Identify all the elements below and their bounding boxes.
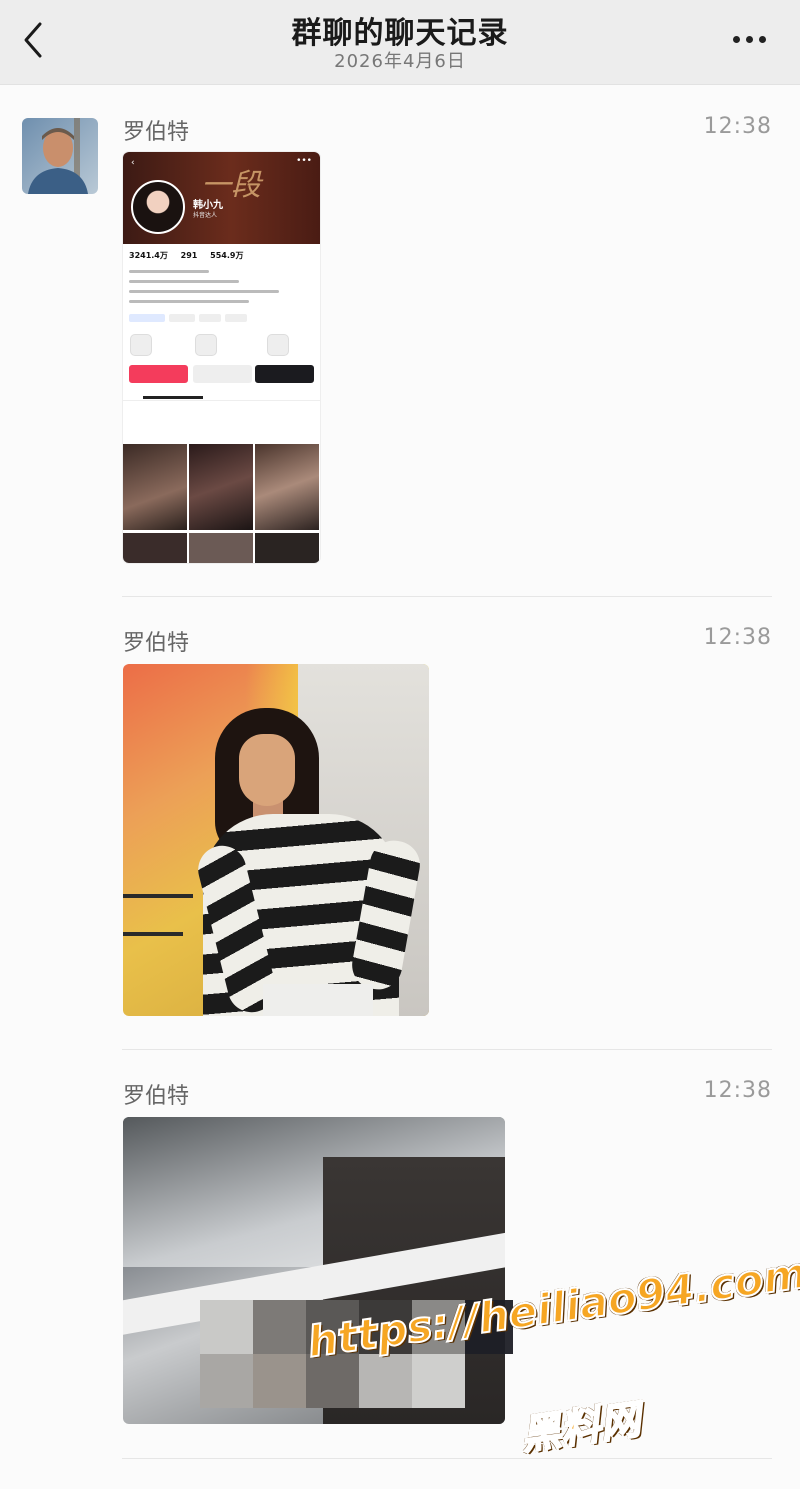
photo-rail	[123, 894, 193, 898]
video-thumbnail	[123, 444, 187, 530]
message-button	[193, 365, 252, 383]
message-time: 12:38	[703, 114, 772, 139]
bio-line	[129, 300, 249, 303]
video-thumbnail	[255, 533, 319, 563]
mosaic-block	[253, 1300, 306, 1354]
bio-line	[129, 270, 209, 273]
message-image-profile-screenshot[interactable]: 一段 ‹ ••• 韩小九 抖音达人 3241.4万 291 554.9万	[123, 152, 320, 563]
bio-line	[129, 290, 279, 293]
profile-tag: 抖音达人	[193, 212, 218, 219]
feature-icon	[195, 334, 217, 356]
profile-chip	[199, 314, 221, 322]
page-title: 群聊的聊天记录	[291, 16, 509, 51]
profile-back-icon: ‹	[131, 158, 135, 168]
photo-pants	[263, 984, 373, 1016]
ellipsis-icon[interactable]	[728, 30, 772, 50]
message-image-blurred-photo[interactable]	[123, 1117, 505, 1424]
active-tab-indicator	[143, 396, 203, 399]
stat-followers: 554.9万	[210, 251, 244, 260]
avatar[interactable]	[22, 118, 98, 194]
video-thumbnail	[189, 533, 253, 563]
profile-tabs-divider	[123, 400, 320, 401]
mosaic-block	[200, 1300, 253, 1354]
message-image-portrait[interactable]	[123, 664, 429, 1016]
mosaic-block	[253, 1354, 306, 1408]
message-sender-name: 罗伯特	[123, 631, 190, 656]
chat-history-header: 群聊的聊天记录 2026年4月6日	[0, 0, 800, 85]
profile-chip	[225, 314, 247, 322]
message-sender-name: 罗伯特	[123, 120, 190, 145]
profile-name: 韩小九	[193, 200, 223, 211]
profile-chip	[169, 314, 195, 322]
profile-stats: 3241.4万 291 554.9万	[129, 250, 253, 261]
mosaic-block	[200, 1354, 253, 1408]
message-sender-name: 罗伯特	[123, 1084, 190, 1109]
profile-chip	[129, 314, 165, 322]
chat-date: 2026年4月6日	[334, 51, 466, 72]
photo-rail	[123, 932, 183, 936]
bio-line	[129, 280, 239, 283]
video-thumbnail	[189, 444, 253, 530]
stat-following: 291	[180, 251, 198, 260]
profile-more-icon: •••	[296, 156, 312, 166]
mosaic-block	[412, 1354, 465, 1408]
gift-button	[255, 365, 314, 383]
message-time: 12:38	[703, 625, 772, 650]
stat-likes: 3241.4万	[129, 251, 168, 260]
message-divider	[122, 596, 772, 597]
mosaic-block	[359, 1354, 412, 1408]
profile-avatar	[131, 180, 185, 234]
message-time: 12:38	[703, 1078, 772, 1103]
message-divider	[122, 1458, 772, 1459]
video-thumbnail	[255, 444, 319, 530]
watermark-label: 黑料网	[517, 1396, 644, 1460]
video-thumbnail	[123, 533, 187, 563]
message-divider	[122, 1049, 772, 1050]
photo-face	[239, 734, 295, 806]
feature-icon	[267, 334, 289, 356]
follow-button	[129, 365, 188, 383]
feature-icon	[130, 334, 152, 356]
